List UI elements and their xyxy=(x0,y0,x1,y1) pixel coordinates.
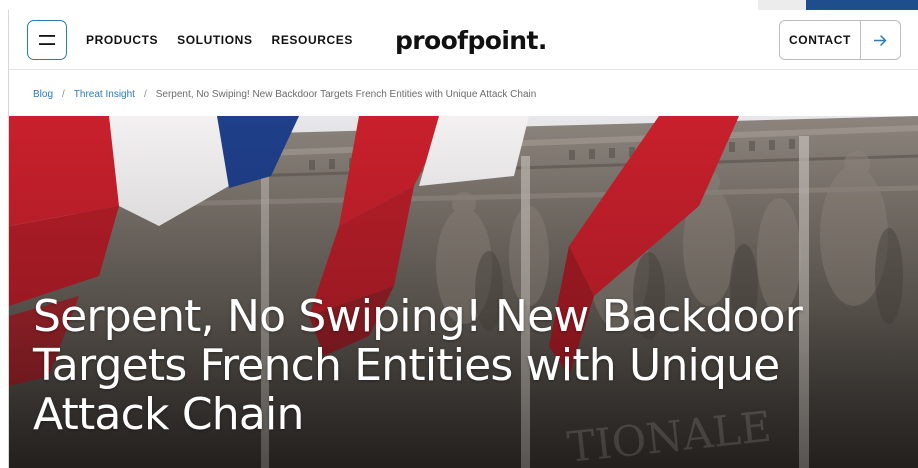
breadcrumb-threat-insight[interactable]: Threat Insight xyxy=(74,89,135,100)
hero-banner: TIONALE Serpent, No Swiping! New Backdoo… xyxy=(9,116,918,468)
site-header: PRODUCTS SOLUTIONS RESOURCES proofpoint.… xyxy=(9,10,918,70)
article-title-line-2: Targets French Entities with Unique xyxy=(33,340,780,391)
main-nav: PRODUCTS SOLUTIONS RESOURCES xyxy=(86,10,353,70)
arrow-right-icon xyxy=(874,34,887,46)
article-title-line-1: Serpent, No Swiping! New Backdoor xyxy=(33,291,803,342)
nav-products[interactable]: PRODUCTS xyxy=(86,33,158,47)
breadcrumb-separator: / xyxy=(62,88,65,100)
logo-dot: . xyxy=(537,25,548,55)
contact-arrow-button[interactable] xyxy=(861,21,900,59)
article-title: Serpent, No Swiping! New Backdoor Target… xyxy=(33,292,893,439)
breadcrumb-blog[interactable]: Blog xyxy=(33,89,53,100)
page: PRODUCTS SOLUTIONS RESOURCES proofpoint.… xyxy=(8,10,918,468)
breadcrumb-separator: / xyxy=(143,88,147,100)
nav-resources[interactable]: RESOURCES xyxy=(272,33,353,47)
top-strip-gray xyxy=(758,0,806,10)
contact-label[interactable]: CONTACT xyxy=(780,21,861,59)
article-title-line-3: Attack Chain xyxy=(33,389,304,440)
nav-solutions[interactable]: SOLUTIONS xyxy=(177,33,252,47)
breadcrumb: Blog / Threat Insight / Serpent, No Swip… xyxy=(33,86,536,102)
top-strip xyxy=(0,0,918,10)
logo-text: proofpoint xyxy=(395,25,538,55)
proofpoint-logo[interactable]: proofpoint. xyxy=(395,20,547,60)
contact-button[interactable]: CONTACT xyxy=(779,20,901,60)
menu-button[interactable] xyxy=(27,20,67,60)
top-strip-blue xyxy=(806,0,918,10)
breadcrumb-current: Serpent, No Swiping! New Backdoor Target… xyxy=(155,88,537,100)
hamburger-icon xyxy=(39,35,55,45)
